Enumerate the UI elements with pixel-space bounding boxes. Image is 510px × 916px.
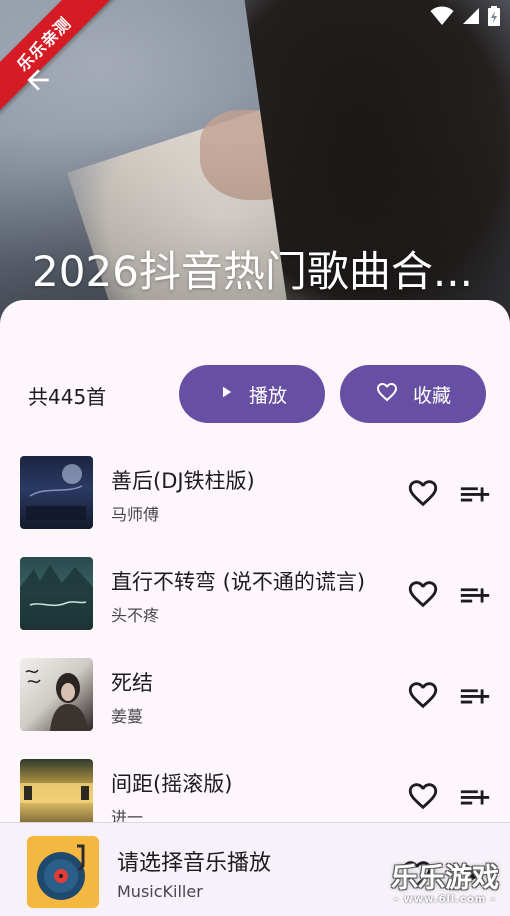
- battery-icon: [488, 6, 500, 26]
- playlist-title: 2026抖音热门歌曲合...: [32, 247, 473, 296]
- song-artist: 马师傅: [111, 505, 160, 524]
- playlist-add-icon: [458, 790, 492, 815]
- song-list: 善后(DJ铁柱版) 马师傅 直行不转弯 (说不通的谎言) 头不疼 死结 姜蔓 间…: [0, 443, 510, 847]
- heart-outline-icon: [375, 380, 399, 409]
- favorite-song-button[interactable]: [406, 779, 440, 813]
- song-artist: 姜蔓: [111, 707, 144, 726]
- site-watermark: 乐乐游戏 - www.6ll.com -: [384, 864, 506, 910]
- song-cover: [20, 557, 93, 630]
- song-cover: [20, 658, 93, 731]
- add-to-queue-button[interactable]: [458, 478, 492, 508]
- wifi-icon: [430, 6, 454, 26]
- heart-outline-icon: [406, 783, 440, 817]
- player-album-art: [27, 836, 99, 908]
- song-title: 死结: [111, 671, 153, 695]
- favorite-song-button[interactable]: [406, 678, 440, 712]
- player-title: 请选择音乐播放: [117, 851, 272, 876]
- heart-outline-icon: [406, 682, 440, 716]
- play-icon: [217, 383, 235, 406]
- favorite-song-button[interactable]: [406, 476, 440, 510]
- playlist-add-icon: [458, 487, 492, 512]
- collect-label: 收藏: [412, 384, 451, 407]
- signal-icon: [462, 7, 480, 25]
- play-all-button[interactable]: 播放: [179, 365, 325, 423]
- heart-outline-icon: [406, 480, 440, 514]
- song-title: 直行不转弯 (说不通的谎言): [111, 570, 366, 594]
- player-subtitle: MusicKiller: [117, 882, 203, 901]
- add-to-queue-button[interactable]: [458, 781, 492, 811]
- heart-outline-icon: [406, 581, 440, 615]
- song-count: 共445首: [28, 385, 107, 409]
- arrow-back-icon: [22, 69, 54, 100]
- add-to-queue-button[interactable]: [458, 680, 492, 710]
- collect-button[interactable]: 收藏: [340, 365, 486, 423]
- song-row[interactable]: 死结 姜蔓: [0, 645, 510, 746]
- play-all-label: 播放: [248, 384, 287, 407]
- playlist-summary: 共445首 播放 收藏: [0, 365, 510, 423]
- watermark-main-text: 乐乐游戏: [391, 863, 499, 894]
- status-icons: [430, 6, 500, 26]
- favorite-song-button[interactable]: [406, 577, 440, 611]
- song-row[interactable]: 善后(DJ铁柱版) 马师傅: [0, 443, 510, 544]
- playlist-add-icon: [458, 689, 492, 714]
- song-cover: [20, 456, 93, 529]
- watermark-url: - www.6ll.com -: [394, 894, 496, 905]
- playlist-add-icon: [458, 588, 492, 613]
- song-title: 善后(DJ铁柱版): [111, 469, 255, 493]
- song-title: 间距(摇滚版): [111, 772, 233, 796]
- add-to-queue-button[interactable]: [458, 579, 492, 609]
- song-artist: 头不疼: [111, 606, 160, 625]
- back-button[interactable]: [22, 64, 54, 96]
- song-row[interactable]: 直行不转弯 (说不通的谎言) 头不疼: [0, 544, 510, 645]
